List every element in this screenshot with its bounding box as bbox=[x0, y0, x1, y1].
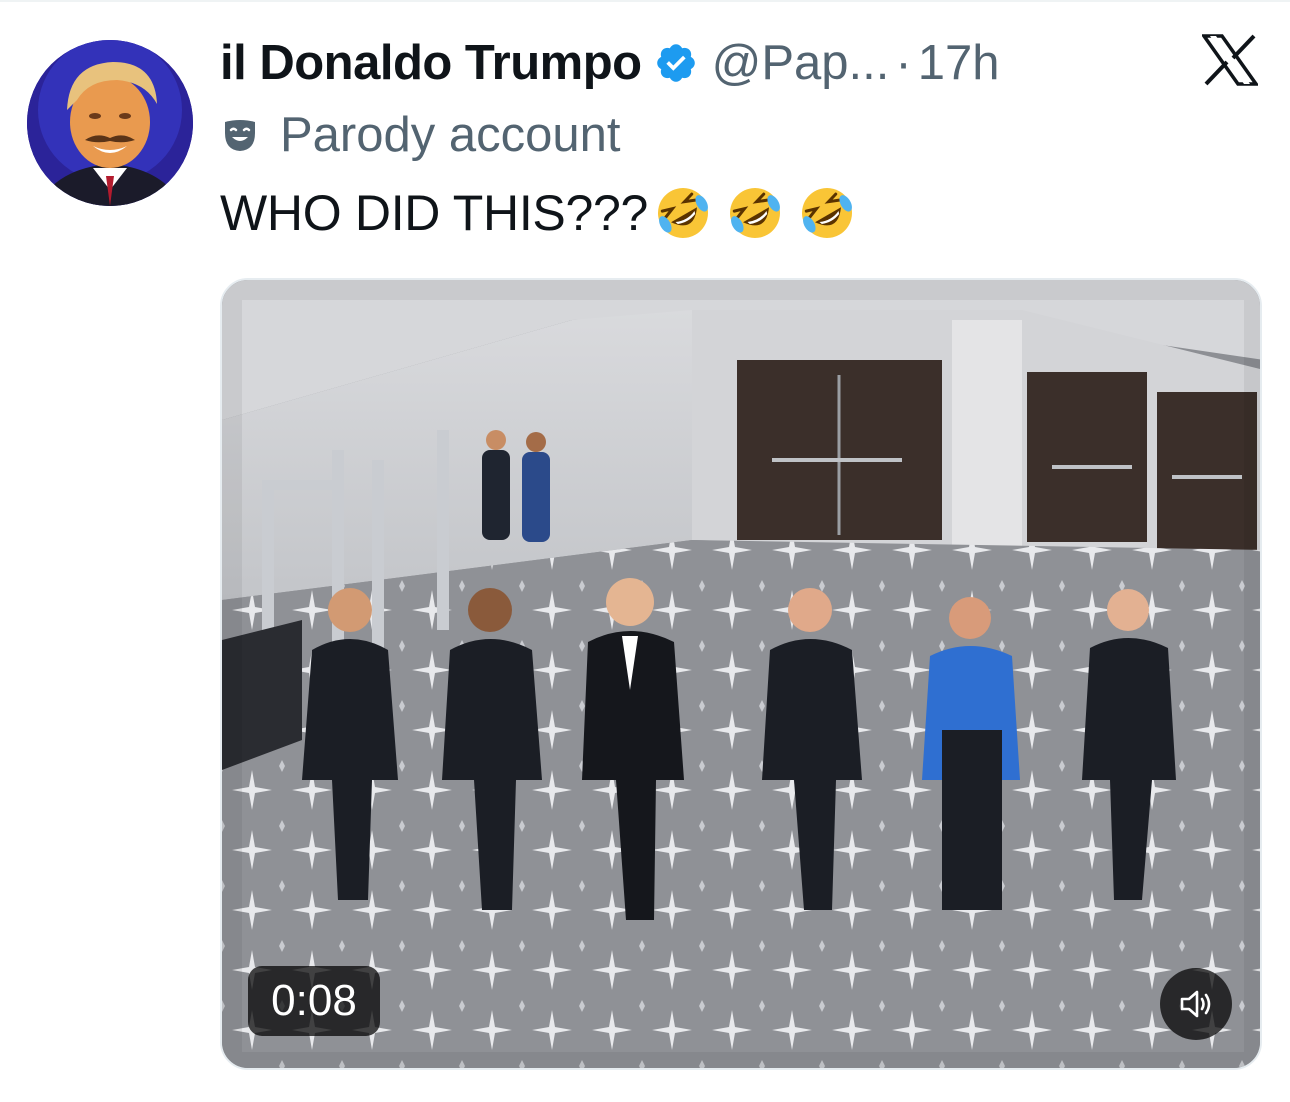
theater-mask-icon bbox=[222, 117, 258, 153]
rolling-laughing-emoji-icon bbox=[658, 187, 708, 238]
video-frame bbox=[222, 280, 1260, 1068]
display-name[interactable]: il Donaldo Trumpo bbox=[220, 35, 642, 91]
verified-badge-icon[interactable] bbox=[654, 41, 698, 85]
handle[interactable]: @Pap... bbox=[712, 35, 890, 91]
rolling-laughing-emoji-icon bbox=[802, 187, 852, 238]
rolling-laughing-emoji-icon bbox=[730, 187, 780, 238]
x-logo-icon bbox=[1200, 34, 1260, 86]
parody-label-row: Parody account bbox=[222, 105, 621, 165]
avatar[interactable] bbox=[27, 40, 193, 206]
tweet-header: il Donaldo Trumpo @Pap... · 17h bbox=[220, 30, 999, 96]
volume-button[interactable] bbox=[1160, 968, 1232, 1040]
emoji-group bbox=[654, 184, 870, 242]
avatar-image bbox=[27, 40, 193, 206]
tweet-card: il Donaldo Trumpo @Pap... · 17h Parody a… bbox=[0, 0, 1290, 1102]
top-divider bbox=[0, 0, 1290, 2]
timestamp[interactable]: 17h bbox=[918, 35, 1000, 91]
video-player[interactable] bbox=[220, 278, 1262, 1070]
tweet-text: WHO DID THIS??? bbox=[220, 185, 648, 241]
speaker-icon bbox=[1180, 990, 1211, 1018]
tweet-text-row: WHO DID THIS??? bbox=[220, 180, 870, 246]
separator-dot: · bbox=[895, 36, 912, 90]
parody-label: Parody account bbox=[280, 108, 621, 162]
video-timestamp: 0:08 bbox=[248, 966, 380, 1036]
